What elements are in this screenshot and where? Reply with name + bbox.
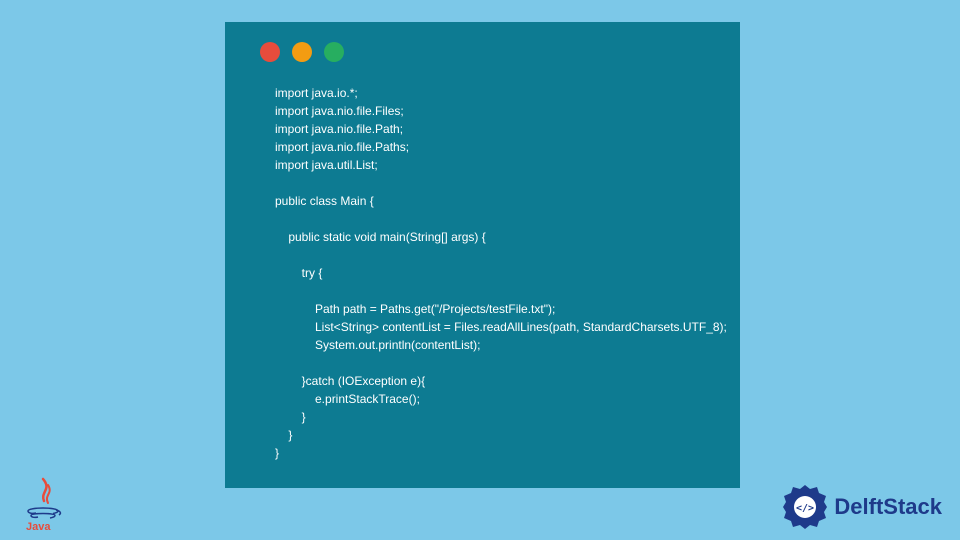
code-block: import java.io.*; import java.nio.file.F… xyxy=(275,84,710,462)
delftstack-label: DelftStack xyxy=(834,494,942,520)
code-window: import java.io.*; import java.nio.file.F… xyxy=(225,22,740,488)
minimize-dot-icon xyxy=(292,42,312,62)
delftstack-gear-icon: </> xyxy=(780,482,830,532)
java-logo-icon: Java xyxy=(18,477,68,532)
window-controls xyxy=(260,42,710,62)
delftstack-logo: </> DelftStack xyxy=(780,482,942,532)
close-dot-icon xyxy=(260,42,280,62)
svg-text:</>: </> xyxy=(796,503,814,514)
java-logo-text: Java xyxy=(26,521,51,532)
maximize-dot-icon xyxy=(324,42,344,62)
